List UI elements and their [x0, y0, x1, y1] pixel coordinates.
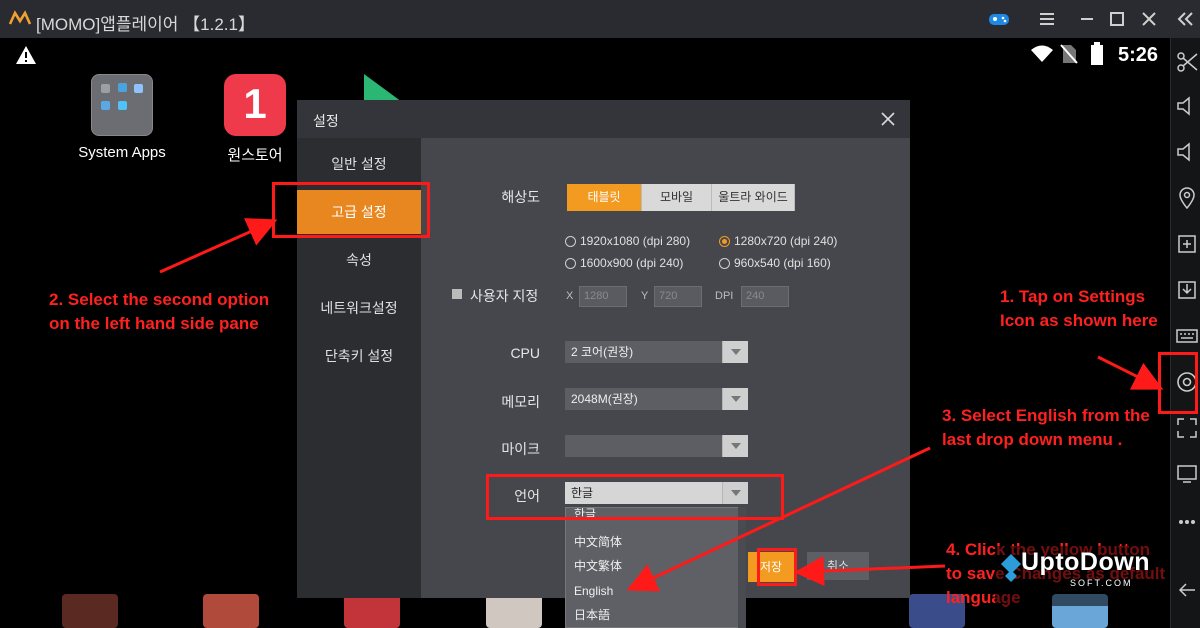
nav-general-settings[interactable]: 일반 설정 — [297, 142, 421, 186]
system-apps-folder-icon — [91, 74, 153, 136]
highlight-language-row — [486, 474, 784, 520]
highlight-save-button — [757, 548, 797, 586]
android-status-bar: 5:26 — [0, 38, 1170, 74]
close-window-icon[interactable] — [1136, 6, 1162, 32]
volume-up-icon[interactable] — [1175, 94, 1199, 118]
location-icon[interactable] — [1175, 186, 1199, 210]
window-title: [MOMO]앱플레이어 【1.2.1】 — [36, 15, 255, 34]
cancel-button[interactable]: 취소 — [807, 552, 869, 580]
watermark-sub: SOFT.COM — [1070, 578, 1133, 588]
mode-mobile-tab[interactable]: 모바일 — [642, 184, 712, 211]
custom-checkbox[interactable] — [452, 289, 462, 299]
game-thumbnail[interactable] — [344, 594, 400, 628]
minimize-icon[interactable] — [1074, 6, 1100, 32]
cpu-select[interactable]: 2 코어(권장) — [565, 341, 748, 363]
system-apps-shortcut[interactable]: System Apps — [72, 74, 172, 161]
language-option[interactable]: 日本語 — [566, 603, 744, 627]
window-title-bar: [MOMO]앱플레이어 【1.2.1】 — [0, 0, 1200, 38]
game-thumbnail[interactable] — [486, 594, 542, 628]
back-icon[interactable] — [1175, 578, 1199, 602]
screen-icon[interactable] — [1175, 462, 1199, 486]
x-label: X — [566, 290, 574, 302]
annotation-step3: 3. Select English from the last drop dow… — [942, 406, 1150, 449]
system-apps-label: System Apps — [78, 144, 166, 161]
radio-button[interactable] — [565, 257, 576, 269]
watermark-name: UptoDown — [1021, 548, 1150, 576]
game-thumbnail[interactable] — [62, 594, 118, 628]
right-toolbar — [1170, 38, 1200, 628]
memory-value: 2048M(권장) — [571, 392, 638, 406]
menu-icon[interactable] — [1034, 6, 1060, 32]
radio-button-selected[interactable] — [719, 235, 730, 247]
memory-label: 메모리 — [501, 394, 540, 410]
fullscreen-icon[interactable] — [1175, 416, 1199, 440]
onestore-label: 원스토어 — [227, 147, 283, 164]
maximize-icon[interactable] — [1104, 6, 1130, 32]
memory-select[interactable]: 2048M(권장) — [565, 388, 748, 410]
play-store-icon[interactable] — [362, 74, 406, 102]
dialog-header: 설정 — [297, 100, 910, 138]
annotation-step1: 1. Tap on Settings Icon as shown here — [1000, 287, 1158, 330]
collapse-sidebar-icon[interactable] — [1172, 6, 1198, 32]
radio-button[interactable] — [719, 257, 730, 269]
resolution-option-960[interactable]: 960x540 (dpi 160) — [719, 256, 831, 270]
add-app-icon[interactable] — [1175, 232, 1199, 256]
radio-button[interactable] — [565, 235, 576, 247]
momo-logo-icon — [8, 10, 32, 25]
resolution-option-1280[interactable]: 1280x720 (dpi 240) — [719, 234, 837, 248]
custom-label: 사용자 지정 — [470, 288, 539, 304]
cpu-label: CPU — [510, 345, 540, 361]
chevron-down-icon[interactable] — [722, 388, 748, 410]
dpi-label: DPI — [715, 290, 734, 302]
volume-down-icon[interactable] — [1175, 140, 1199, 164]
nav-properties[interactable]: 속성 — [297, 238, 421, 282]
clock: 5:26 — [1118, 44, 1159, 66]
resolution-option-1600[interactable]: 1600x900 (dpi 240) — [565, 256, 683, 270]
chevron-down-icon[interactable] — [722, 341, 748, 363]
mic-select[interactable] — [565, 435, 748, 457]
language-option[interactable]: 中文繁体 — [566, 554, 744, 578]
nav-network-settings[interactable]: 네트워크설정 — [297, 286, 421, 330]
nav-shortcut-settings[interactable]: 단축키 설정 — [297, 334, 421, 378]
mic-label: 마이크 — [501, 441, 540, 457]
language-option-english[interactable]: English — [566, 579, 744, 603]
resolution-option-1920[interactable]: 1920x1080 (dpi 280) — [565, 234, 690, 248]
more-icon[interactable] — [1175, 510, 1199, 534]
resolution-label: 해상도 — [501, 189, 540, 205]
wifi-icon — [1031, 45, 1053, 62]
highlight-settings-icon — [1158, 352, 1198, 414]
x-input[interactable]: 1280 — [579, 286, 627, 307]
onestore-icon: 1 — [224, 74, 286, 136]
close-icon[interactable] — [877, 108, 899, 130]
dialog-title: 설정 — [313, 113, 339, 129]
cpu-value: 2 코어(권장) — [571, 345, 634, 359]
gamepad-icon[interactable] — [986, 6, 1012, 32]
apk-install-icon[interactable] — [1175, 278, 1199, 302]
battery-icon — [1091, 42, 1103, 65]
dpi-input[interactable]: 240 — [741, 286, 789, 307]
mode-ultrawide-tab[interactable]: 울트라 와이드 — [712, 184, 795, 211]
game-thumbnail[interactable] — [203, 594, 259, 628]
y-label: Y — [641, 290, 649, 302]
language-dropdown-list: 한글 中文简体 中文繁体 English 日本語 — [565, 507, 745, 628]
chevron-down-icon[interactable] — [722, 435, 748, 457]
language-option[interactable]: 中文简体 — [566, 530, 744, 554]
onestore-shortcut[interactable]: 1 원스토어 — [210, 74, 300, 165]
annotation-step2: 2. Select the second option on the left … — [49, 290, 270, 333]
no-sim-icon — [1060, 44, 1078, 64]
scissors-icon[interactable] — [1175, 50, 1199, 74]
keyboard-icon[interactable] — [1175, 324, 1199, 348]
warning-icon — [16, 46, 36, 64]
dropdown-scrollbar[interactable] — [738, 507, 746, 628]
y-input[interactable]: 720 — [654, 286, 702, 307]
mode-tablet-tab[interactable]: 태블릿 — [567, 184, 642, 211]
highlight-advanced-settings — [272, 182, 430, 238]
